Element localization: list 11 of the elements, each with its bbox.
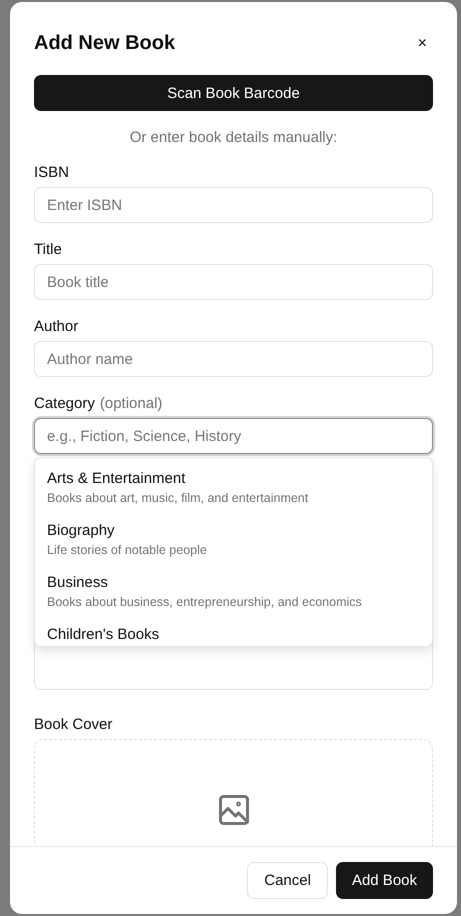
- option-description: Life stories of notable people: [47, 543, 208, 557]
- field-label: Title: [34, 241, 62, 258]
- field-label: Book Cover: [34, 716, 114, 733]
- manual-entry-text: Or enter book details manually:: [128, 129, 338, 146]
- option-description: Books about business, entrepreneurship, and economics: [47, 595, 363, 609]
- field-label: ISBN: [34, 164, 70, 181]
- optional-hint: (optional): [100, 395, 162, 412]
- field-label: Category: [34, 395, 95, 412]
- option-description: Books about art, music, film, and entertainment: [47, 491, 310, 505]
- field-label: Author: [34, 318, 78, 335]
- dialog-title: Add New Book: [34, 32, 176, 55]
